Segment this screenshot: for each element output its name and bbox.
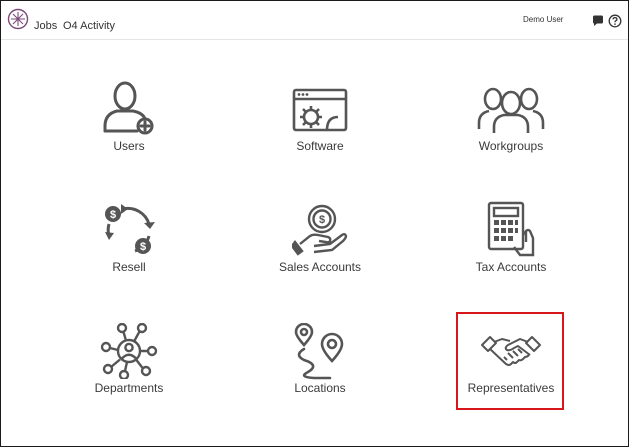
- map-pins-icon: [294, 323, 344, 380]
- tile-users[interactable]: Users: [59, 79, 199, 179]
- tile-label: Tax Accounts: [475, 260, 547, 274]
- tile-label: Locations: [294, 381, 346, 395]
- help-icon[interactable]: [608, 14, 622, 28]
- chat-icon[interactable]: [591, 14, 605, 28]
- hand-coin-icon: $: [292, 204, 348, 256]
- tile-label: Software: [296, 139, 344, 153]
- tile-software[interactable]: Software: [250, 79, 390, 179]
- user-add-icon: [103, 81, 154, 135]
- nav-jobs[interactable]: Jobs: [34, 20, 57, 32]
- tile-resell[interactable]: $ $ Resell: [59, 200, 199, 300]
- tile-label: Departments: [94, 381, 164, 395]
- tile-departments[interactable]: Departments: [59, 321, 199, 421]
- tile-label: Resell: [112, 260, 146, 274]
- tile-label: Sales Accounts: [278, 260, 362, 274]
- tile-label: Workgroups: [478, 139, 544, 153]
- svg-text:$: $: [110, 209, 116, 221]
- tile-sales-accounts[interactable]: $ Sales Accounts: [250, 200, 390, 300]
- logo-icon[interactable]: [7, 8, 29, 30]
- calculator-icon: [487, 201, 535, 257]
- selection-highlight: [456, 312, 564, 410]
- tile-label: Users: [113, 139, 145, 153]
- tile-locations[interactable]: Locations: [250, 321, 390, 421]
- svg-text:$: $: [319, 214, 325, 226]
- tile-workgroups[interactable]: Workgroups: [441, 79, 581, 179]
- group-icon: [477, 87, 545, 133]
- nav-o4-activity[interactable]: O4 Activity: [63, 20, 115, 32]
- money-cycle-icon: $ $: [105, 204, 155, 254]
- network-icon: [100, 323, 158, 379]
- user-menu[interactable]: Demo User: [523, 15, 563, 24]
- svg-text:$: $: [140, 241, 146, 253]
- tile-tax-accounts[interactable]: Tax Accounts: [441, 200, 581, 300]
- top-bar: Jobs O4 Activity Demo User: [1, 1, 628, 40]
- software-window-icon: [292, 88, 348, 132]
